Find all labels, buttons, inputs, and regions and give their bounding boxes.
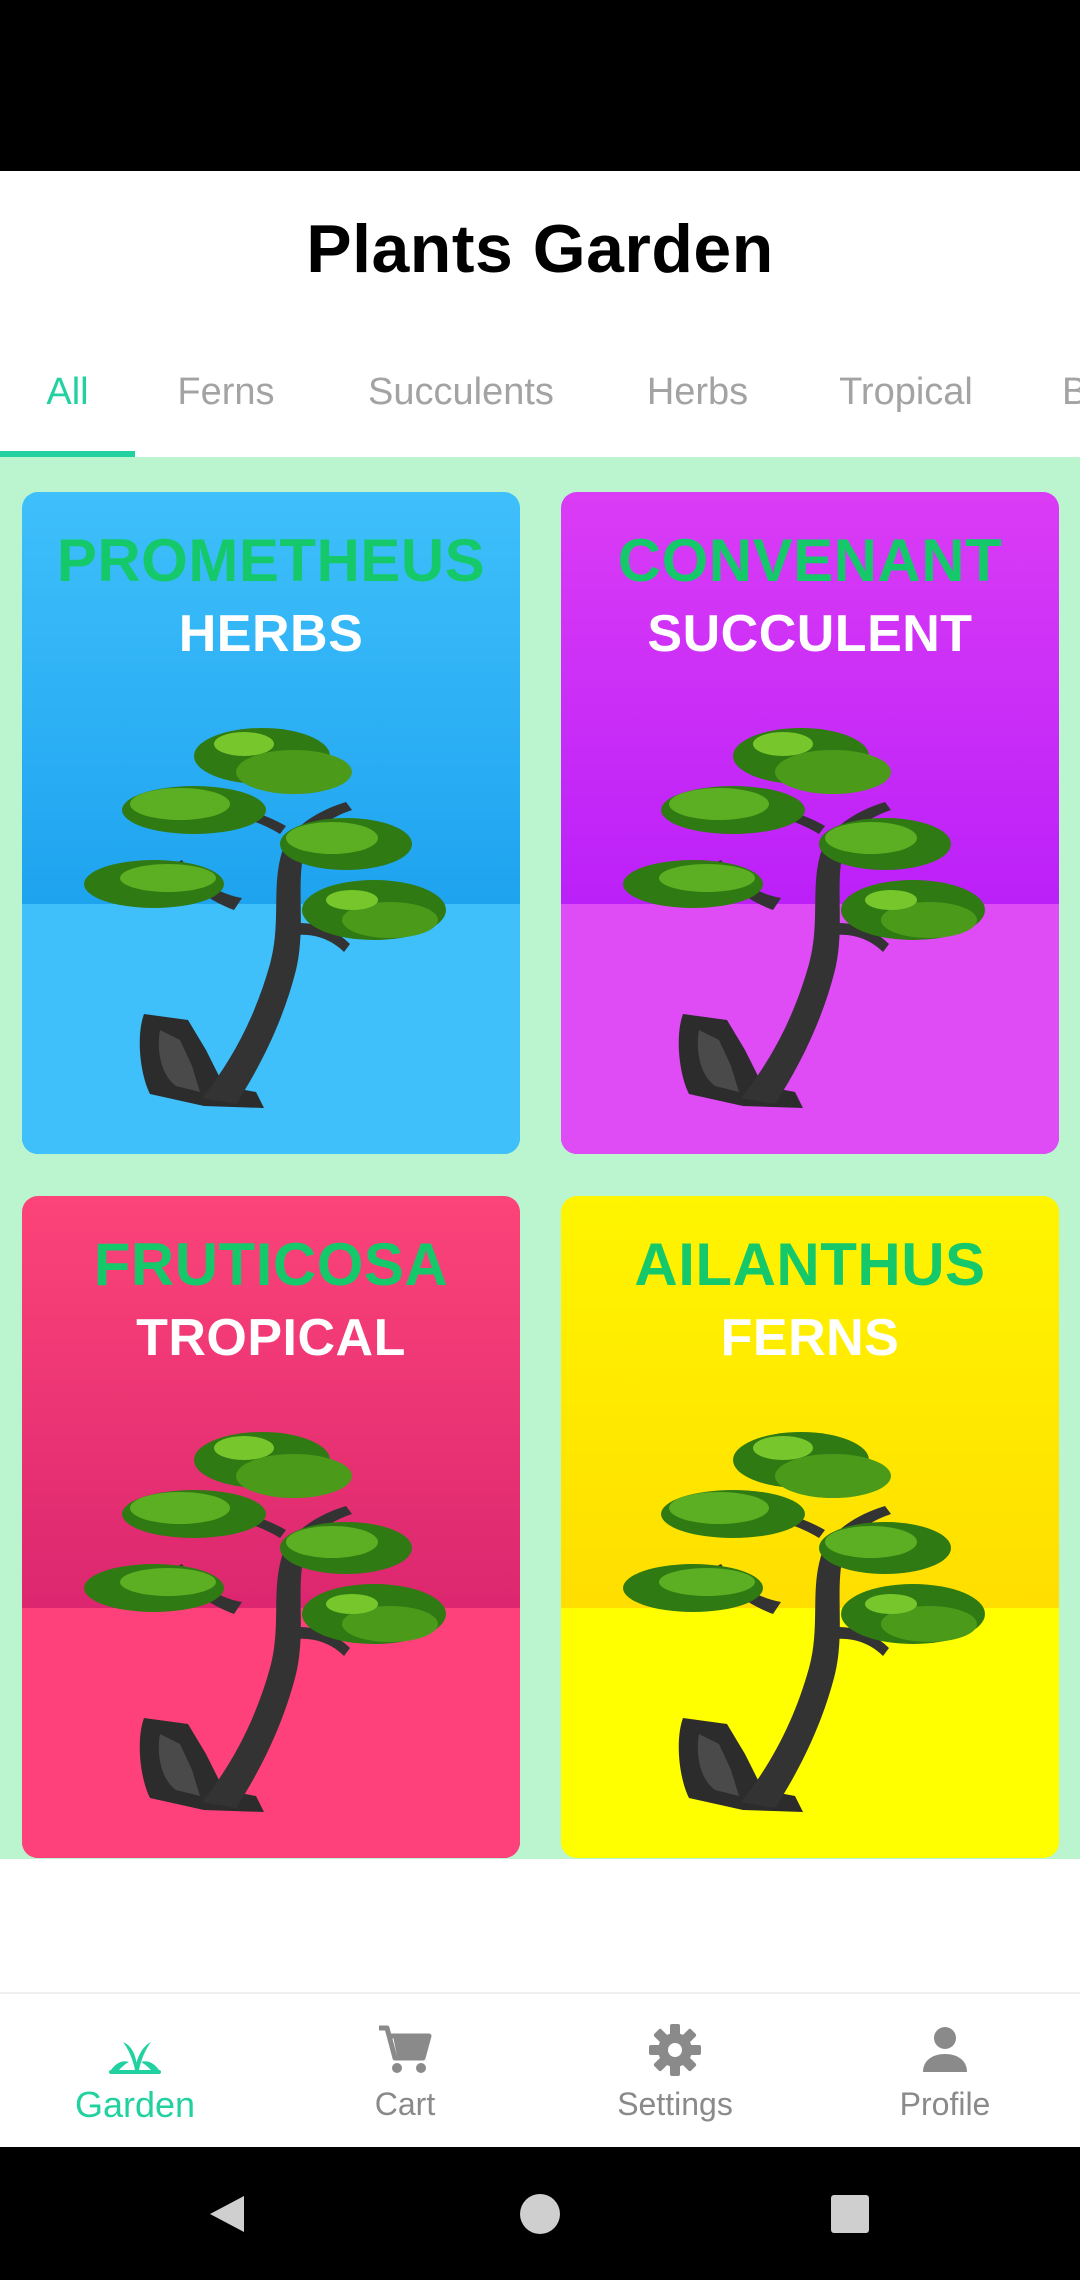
nav-label: Garden [74, 2083, 196, 2125]
tab-succulents[interactable]: Succulents [317, 327, 605, 457]
plant-card[interactable]: PROMETHEUS HERBS [22, 492, 520, 1154]
nav-label: Profile [899, 2086, 991, 2122]
tab-herbs[interactable]: Herbs [605, 327, 790, 457]
nav-settings[interactable]: Settings [540, 1994, 810, 2147]
nav-garden[interactable]: Garden [0, 1994, 270, 2147]
page-title: Plants Garden [306, 211, 774, 287]
plant-grid: PROMETHEUS HERBS CONVENANT SUCCULENT FRU… [0, 457, 1080, 1859]
grass-icon [109, 2041, 161, 2074]
plant-name: CONVENANT [617, 527, 1003, 594]
plant-card[interactable]: FRUTICOSA TROPICAL [22, 1196, 520, 1858]
nav-label: Settings [617, 2086, 733, 2122]
recents-square-icon [831, 2194, 869, 2233]
app-header: Plants Garden [0, 171, 1080, 327]
tab-partial[interactable]: B [1062, 327, 1080, 457]
tab-ferns[interactable]: Ferns [135, 327, 317, 457]
bonsai-tree-image [623, 728, 985, 1108]
category-tab-bar: All Ferns Succulents Herbs Tropical B [0, 327, 1080, 457]
recents-button[interactable] [790, 2147, 910, 2280]
plant-name: AILANTHUS [634, 1231, 986, 1298]
system-navigation-bar [0, 2147, 1080, 2280]
plant-name: PROMETHEUS [56, 527, 486, 594]
person-icon [923, 2027, 967, 2072]
back-button[interactable] [166, 2147, 286, 2280]
plant-category: HERBS [178, 605, 364, 663]
tab-all[interactable]: All [0, 327, 135, 457]
bonsai-tree-image [84, 728, 446, 1108]
bonsai-tree-image [623, 1432, 985, 1812]
gear-icon [649, 2024, 701, 2076]
nav-profile[interactable]: Profile [810, 1994, 1080, 2147]
home-circle-icon [520, 2193, 560, 2234]
plant-card[interactable]: CONVENANT SUCCULENT [561, 492, 1059, 1154]
plant-name: FRUTICOSA [93, 1231, 449, 1298]
home-button[interactable] [480, 2147, 600, 2280]
plant-category: SUCCULENT [647, 605, 973, 663]
bonsai-tree-image [84, 1432, 446, 1812]
nav-cart[interactable]: Cart [270, 1994, 540, 2147]
tab-tropical[interactable]: Tropical [790, 327, 1022, 457]
plant-category: TROPICAL [136, 1309, 406, 1367]
bottom-navigation: Garden Cart Settings Profile [0, 1992, 1080, 2147]
back-triangle-icon [210, 2195, 244, 2232]
status-bar [0, 0, 1080, 171]
nav-label: Cart [374, 2086, 436, 2122]
plant-category: FERNS [720, 1309, 900, 1367]
cart-icon [379, 2025, 432, 2073]
plant-card[interactable]: AILANTHUS FERNS [561, 1196, 1059, 1858]
